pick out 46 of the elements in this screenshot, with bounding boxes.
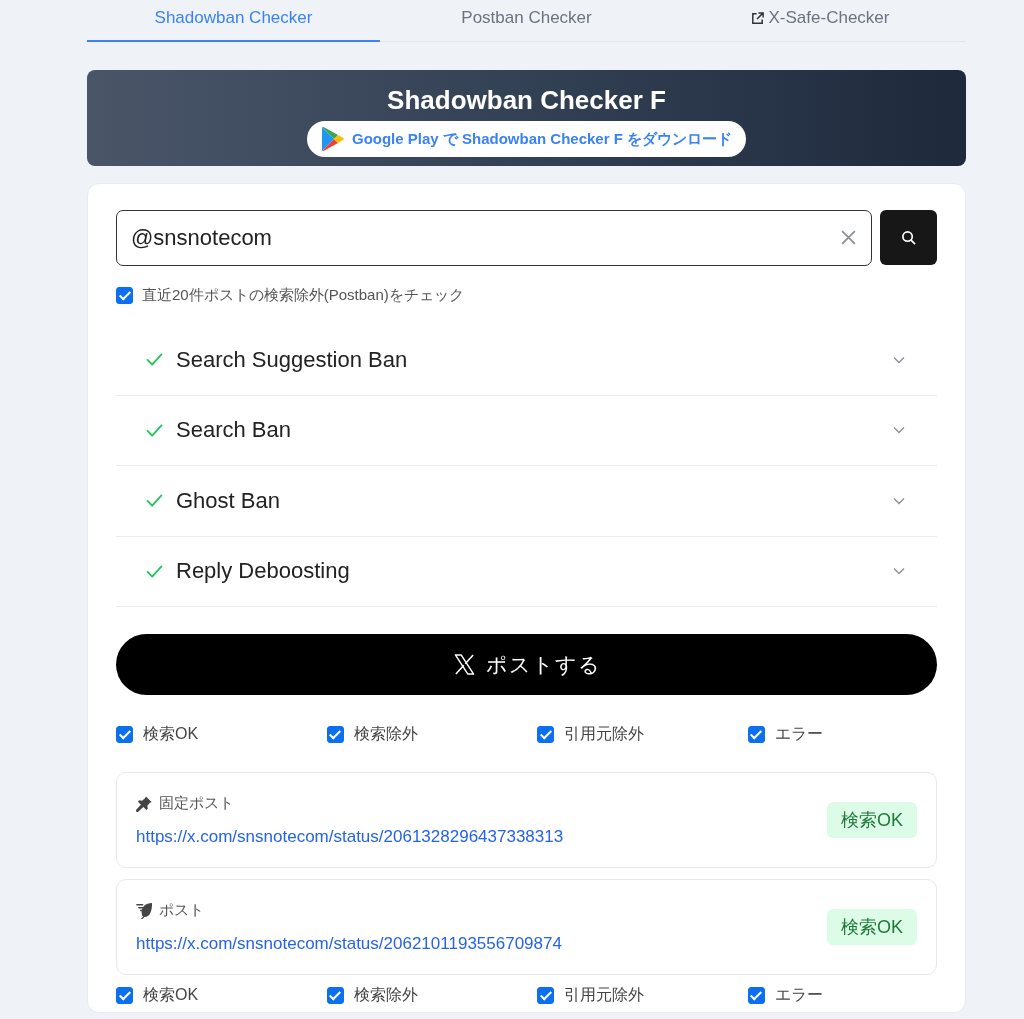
x-logo-icon [452,653,476,676]
store-logo-icon [320,126,345,152]
chevron-down-icon [893,496,905,505]
search-button[interactable] [880,210,937,265]
checkbox-label: 検索OK [143,723,199,744]
checkbox-label: 検索除外 [353,984,418,1005]
checkbox[interactable] [747,725,765,743]
checkbox[interactable] [326,725,344,743]
accordion-item[interactable]: Ghost Ban [116,466,937,537]
post-link[interactable]: https://x.com/snsnotecom/status/2062101193556709874 [136,933,827,954]
checkbox[interactable] [116,986,133,1004]
status-badge: 検索OK [827,909,917,945]
status-badge: 検索OK [827,802,917,838]
checkbox-label: エラー [774,723,823,744]
banner-title: Shadowban Checker F [387,84,666,117]
chevron-down-icon [893,426,905,435]
accordion-item[interactable]: Search Ban [116,395,937,466]
chevron-down-icon [893,355,905,364]
post-button[interactable]: ポストする [116,634,937,695]
checkbox[interactable] [537,725,554,743]
search-icon [901,230,916,245]
checkbox-label: 検索除外 [353,723,418,744]
pin-icon [136,794,153,812]
checkbox-label: エラー [774,984,823,1005]
checkbox-label: 検索OK [143,984,199,1005]
tab[interactable]: Postban Checker [380,0,673,42]
leaf-icon [136,901,153,919]
checkbox[interactable] [116,286,133,304]
checkbox-label: 引用元除外 [564,984,644,1005]
checkbox[interactable] [326,986,344,1004]
search-field[interactable]: @snsnotecom [116,210,872,266]
checkbox-label: 引用元除外 [564,723,644,744]
post-type-label: 固定ポスト [159,793,234,813]
checkbox[interactable] [116,725,133,743]
accordion-item[interactable]: Search Suggestion Ban [116,325,937,396]
post-link[interactable]: https://x.com/snsnotecom/status/2061328296437338313 [136,826,827,847]
checkbox-label: 直近20件ポストの検索除外(Postban)をチェック [142,285,464,305]
store-download-button[interactable]: Google Play で Shadowban Checker F をダウンロード [306,121,747,157]
accordion-item[interactable]: Reply Deboosting [116,536,937,607]
clear-button[interactable] [840,229,857,246]
tab[interactable]: X-Safe-Checker [673,0,966,42]
checkbox[interactable] [537,986,554,1004]
chevron-down-icon [893,567,905,576]
checkbox[interactable] [747,986,765,1004]
post-type-label: ポスト [159,900,204,920]
close-icon [840,229,857,246]
